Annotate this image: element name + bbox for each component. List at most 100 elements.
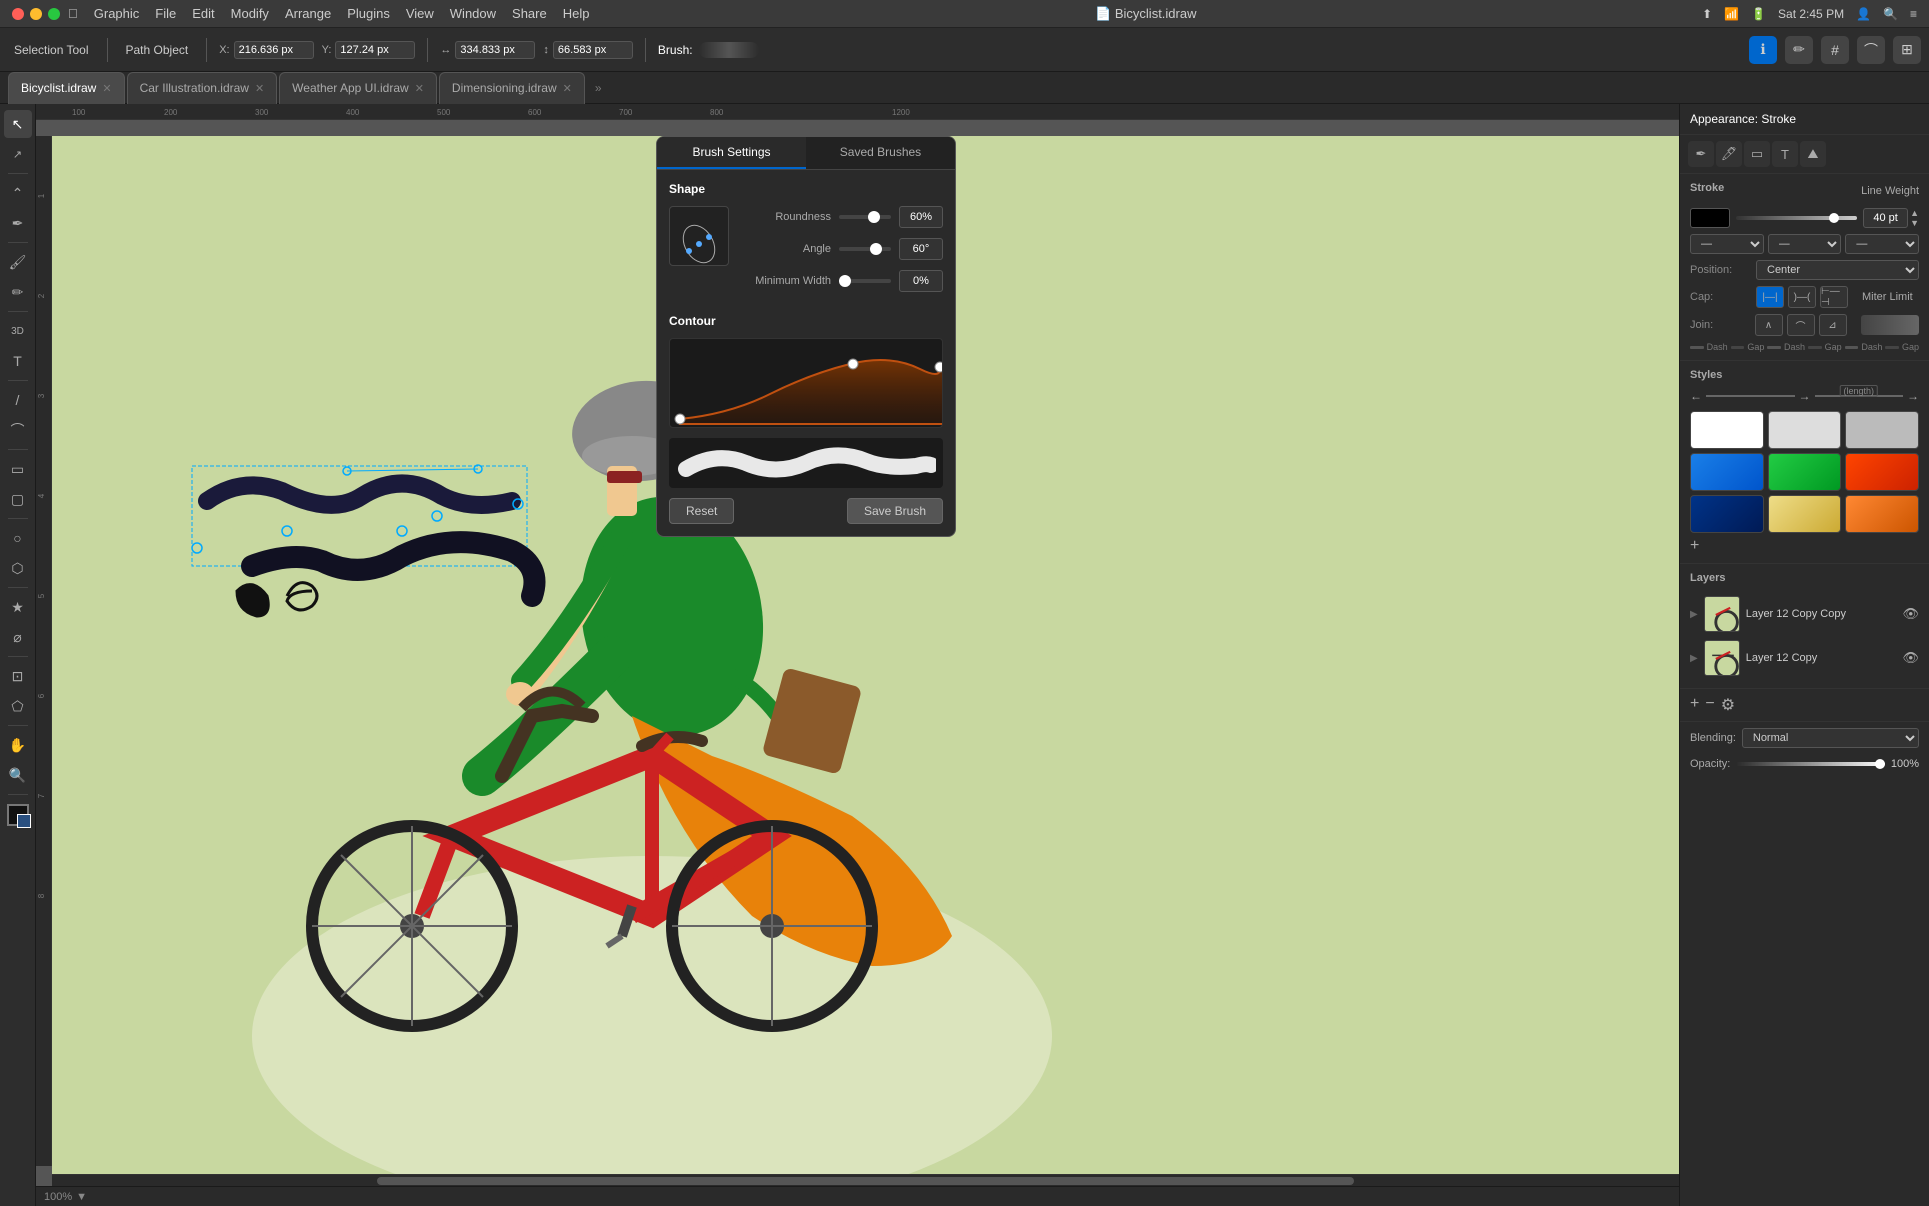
layer-settings-button[interactable]: ⚙ bbox=[1721, 695, 1735, 715]
fill-color[interactable] bbox=[7, 804, 29, 826]
stroke-tool-rect[interactable]: ▭ bbox=[1744, 141, 1770, 167]
roundness-value[interactable]: 60% bbox=[899, 206, 943, 228]
grid-button[interactable]: # bbox=[1821, 36, 1849, 64]
add-layer-button[interactable]: + bbox=[1690, 695, 1699, 715]
tool-zoom[interactable]: 🔍 bbox=[4, 761, 32, 789]
menu-plugins[interactable]: Plugins bbox=[347, 6, 390, 21]
opacity-slider[interactable] bbox=[1736, 762, 1885, 766]
minimize-button[interactable] bbox=[30, 8, 42, 20]
style-swatch-green[interactable] bbox=[1768, 453, 1842, 491]
angle-slider[interactable] bbox=[839, 247, 891, 251]
line-style-select-1[interactable]: — bbox=[1690, 234, 1764, 254]
menu-window[interactable]: Window bbox=[450, 6, 496, 21]
menu-share[interactable]: Share bbox=[512, 6, 547, 21]
save-brush-button[interactable]: Save Brush bbox=[847, 498, 943, 524]
reset-button[interactable]: Reset bbox=[669, 498, 734, 524]
cap-butt[interactable]: |—| bbox=[1756, 286, 1784, 308]
style-swatch-red-orange[interactable] bbox=[1845, 453, 1919, 491]
w-input[interactable] bbox=[455, 41, 535, 59]
tool-hand[interactable]: ✋ bbox=[4, 731, 32, 759]
tool-pencil[interactable]: ✏ bbox=[4, 278, 32, 306]
roundness-slider[interactable] bbox=[839, 215, 891, 219]
brush-preview[interactable] bbox=[699, 42, 759, 58]
line-weight-slider[interactable] bbox=[1736, 216, 1857, 220]
saved-brushes-tab[interactable]: Saved Brushes bbox=[806, 137, 955, 169]
style-button[interactable]: ✏ bbox=[1785, 36, 1813, 64]
style-swatch-dark-blue[interactable] bbox=[1690, 495, 1764, 533]
menu-help[interactable]: Help bbox=[563, 6, 590, 21]
search-icon[interactable]: 🔍 bbox=[1883, 7, 1898, 21]
tool-node[interactable]: ⌃ bbox=[4, 179, 32, 207]
tool-star[interactable]: ★ bbox=[4, 593, 32, 621]
tab-bicyclist-close[interactable]: ✕ bbox=[102, 82, 111, 95]
tool-rect[interactable]: ▭ bbox=[4, 455, 32, 483]
x-input[interactable] bbox=[234, 41, 314, 59]
blending-select[interactable]: Normal Multiply Screen Overlay bbox=[1742, 728, 1919, 748]
delete-layer-button[interactable]: − bbox=[1705, 695, 1714, 715]
tool-freehand[interactable]: ⌀ bbox=[4, 623, 32, 651]
menu-view[interactable]: View bbox=[406, 6, 434, 21]
menu-edit[interactable]: Edit bbox=[192, 6, 214, 21]
position-select[interactable]: Center Inside Outside bbox=[1756, 260, 1919, 280]
canvas-container[interactable]: 1 2 3 4 5 6 7 8 bbox=[36, 120, 1679, 1186]
tool-3d[interactable]: 3D bbox=[4, 317, 32, 345]
tool-direct-select[interactable]: ↗ bbox=[4, 140, 32, 168]
stroke-tool-image[interactable]: ⛰ bbox=[1800, 141, 1826, 167]
cap-square[interactable]: ⊢—⊣ bbox=[1820, 286, 1848, 308]
menu-arrange[interactable]: Arrange bbox=[285, 6, 331, 21]
tool-select-arrow[interactable]: ↖ bbox=[4, 110, 32, 138]
tool-shear[interactable]: ⬠ bbox=[4, 692, 32, 720]
tab-car-close[interactable]: ✕ bbox=[255, 82, 264, 95]
line-weight-input[interactable]: 40 pt bbox=[1863, 208, 1908, 228]
apple-menu[interactable]:  bbox=[68, 6, 78, 21]
layer-row-1[interactable]: ▶ Layer 12 Copy Copy 👁 bbox=[1690, 592, 1919, 636]
layer-expand-1[interactable]: ▶ bbox=[1690, 609, 1698, 620]
layer-visibility-1[interactable]: 👁 bbox=[1902, 606, 1919, 622]
line-style-select-2[interactable]: — bbox=[1768, 234, 1842, 254]
scrollbar-thumb[interactable] bbox=[377, 1177, 1353, 1185]
layer-expand-2[interactable]: ▶ bbox=[1690, 653, 1698, 664]
tab-dimensioning[interactable]: Dimensioning.idraw ✕ bbox=[439, 72, 585, 104]
traffic-lights[interactable] bbox=[12, 8, 60, 20]
zoom-level[interactable]: 100% bbox=[44, 1191, 72, 1203]
style-swatch-yellow[interactable] bbox=[1768, 495, 1842, 533]
style-swatch-white[interactable] bbox=[1690, 411, 1764, 449]
miter-limit-input[interactable] bbox=[1861, 315, 1920, 335]
menu-file[interactable]: File bbox=[155, 6, 176, 21]
tool-pen[interactable]: ✒ bbox=[4, 209, 32, 237]
add-style-button[interactable]: + bbox=[1690, 537, 1919, 555]
tool-brush[interactable]: 🖌 bbox=[4, 248, 32, 276]
menu-modify[interactable]: Modify bbox=[231, 6, 269, 21]
stroke-tool-text[interactable]: T bbox=[1772, 141, 1798, 167]
join-miter[interactable]: ∧ bbox=[1755, 314, 1783, 336]
lw-increment[interactable]: ▲ bbox=[1910, 209, 1919, 218]
path-button[interactable]: ⌒ bbox=[1857, 36, 1885, 64]
close-button[interactable] bbox=[12, 8, 24, 20]
join-bevel[interactable]: ⊿ bbox=[1819, 314, 1847, 336]
stroke-tool-pen[interactable]: 🖊 bbox=[1716, 141, 1742, 167]
tab-weather[interactable]: Weather App UI.idraw ✕ bbox=[279, 72, 437, 104]
h-input[interactable] bbox=[553, 41, 633, 59]
brush-settings-tab[interactable]: Brush Settings bbox=[657, 137, 806, 169]
tab-bicyclist[interactable]: Bicyclist.idraw ✕ bbox=[8, 72, 125, 104]
menu-graphic[interactable]: Graphic bbox=[94, 6, 140, 21]
line-style-select-3[interactable]: — bbox=[1845, 234, 1919, 254]
line-weight-thumb[interactable] bbox=[1829, 213, 1839, 223]
layer-row-2[interactable]: ▶ Layer 12 Copy 👁 bbox=[1690, 636, 1919, 680]
style-swatch-blue[interactable] bbox=[1690, 453, 1764, 491]
tool-line[interactable]: / bbox=[4, 386, 32, 414]
zoom-icon[interactable]: ▼ bbox=[76, 1191, 87, 1203]
tool-rounded-rect[interactable]: ▢ bbox=[4, 485, 32, 513]
zoom-button[interactable] bbox=[48, 8, 60, 20]
control-center-icon[interactable]: ≡ bbox=[1910, 7, 1917, 21]
y-input[interactable] bbox=[335, 41, 415, 59]
cap-round[interactable]: )—( bbox=[1788, 286, 1816, 308]
layer-visibility-2[interactable]: 👁 bbox=[1902, 650, 1919, 666]
angle-value[interactable]: 60° bbox=[899, 238, 943, 260]
contour-graph[interactable] bbox=[669, 338, 943, 428]
tab-weather-close[interactable]: ✕ bbox=[415, 82, 424, 95]
tabs-overflow[interactable]: » bbox=[595, 81, 602, 95]
tool-rect-frame[interactable]: ⊡ bbox=[4, 662, 32, 690]
style-swatch-light-gray[interactable] bbox=[1768, 411, 1842, 449]
join-round[interactable]: ⌒ bbox=[1787, 314, 1815, 336]
